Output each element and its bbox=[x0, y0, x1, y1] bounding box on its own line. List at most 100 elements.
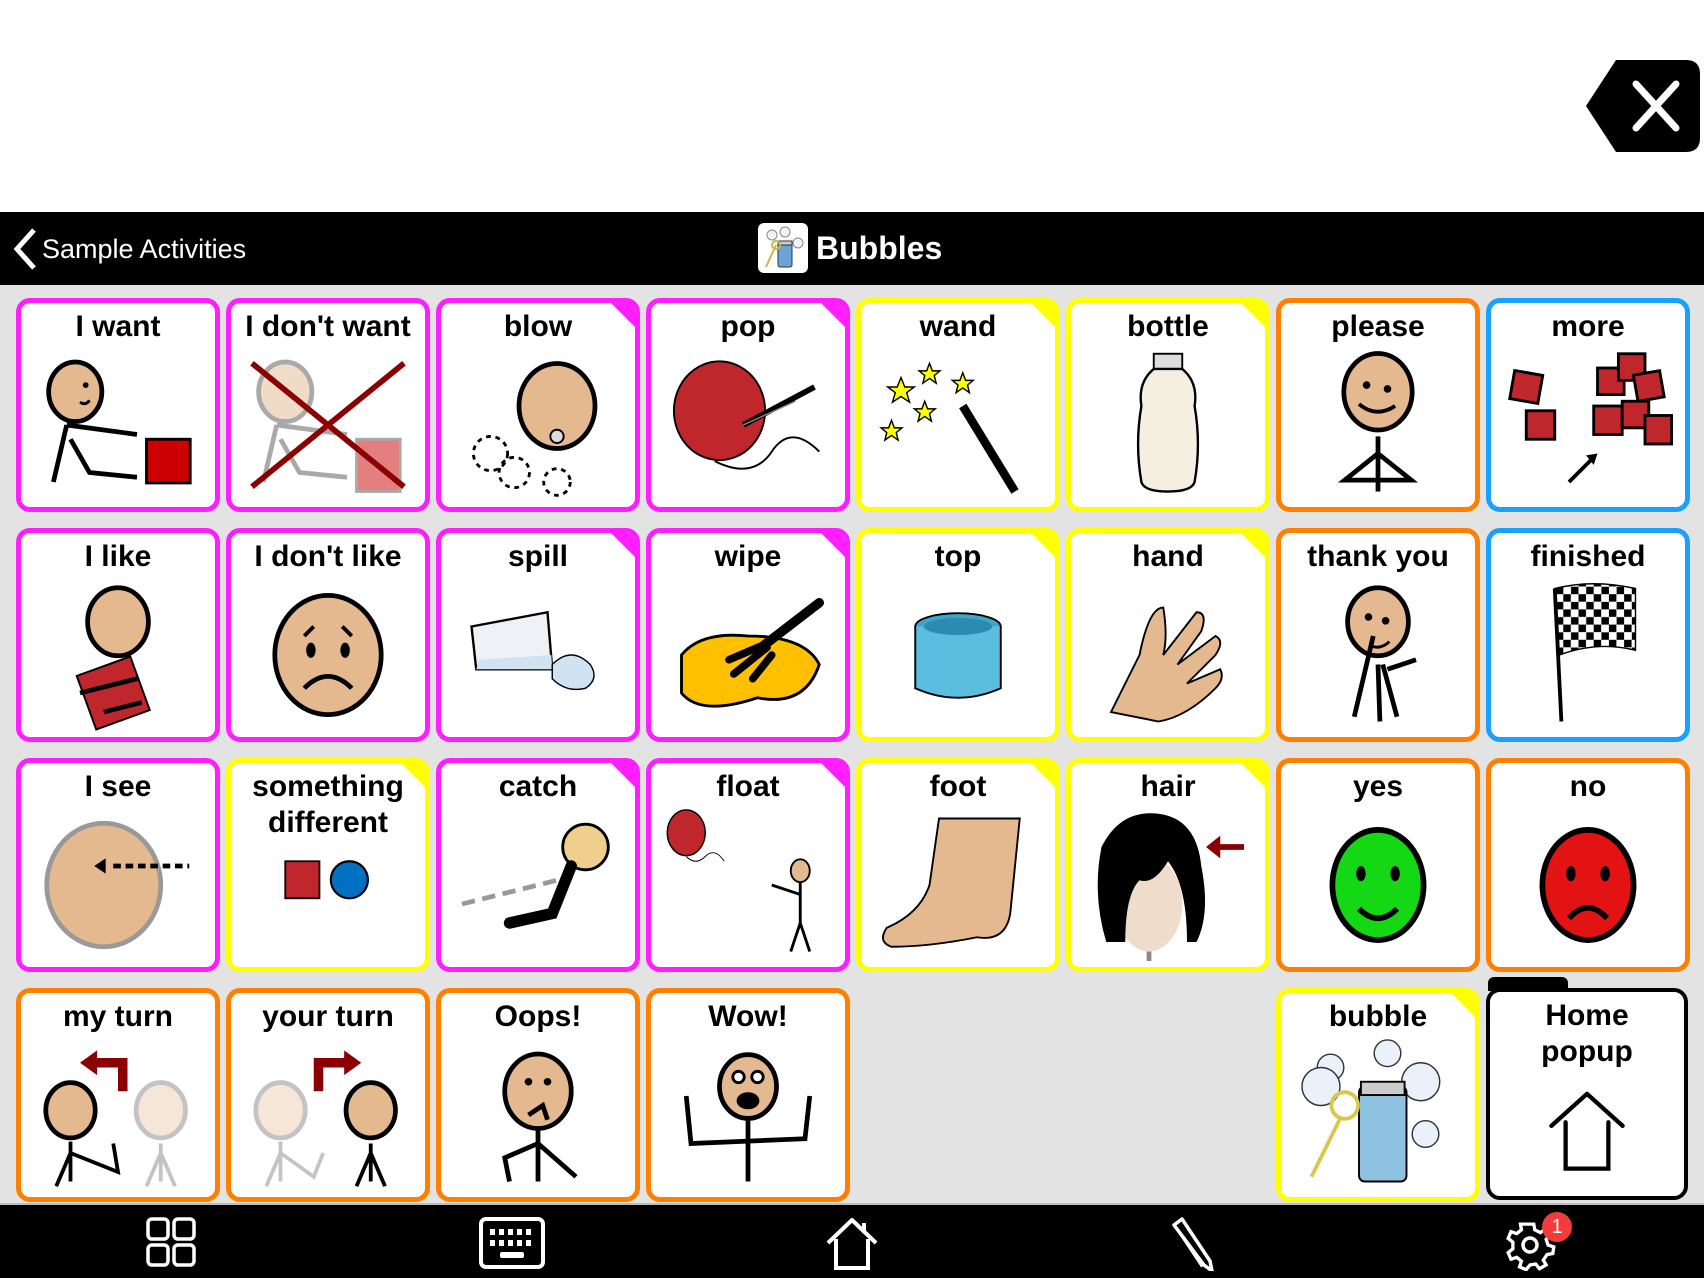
keyboard-icon bbox=[479, 1217, 545, 1269]
back-button[interactable]: Sample Activities bbox=[12, 226, 246, 272]
symbol-cell-finished[interactable]: finished bbox=[1486, 528, 1690, 742]
symbol-label: I like bbox=[84, 540, 152, 573]
symbol-cell-i-see[interactable]: I see bbox=[16, 758, 220, 972]
bubbles-board-icon bbox=[758, 223, 808, 273]
symbol-cell-wow[interactable]: Wow! bbox=[646, 988, 850, 1202]
person-reaching-crossed-icon bbox=[241, 349, 415, 501]
symbol-label: finished bbox=[1530, 540, 1646, 573]
symbol-cell-i-want[interactable]: I want bbox=[16, 298, 220, 512]
symbol-label: yes bbox=[1352, 770, 1404, 803]
symbol-label: catch bbox=[498, 770, 578, 803]
folder-tab bbox=[1488, 977, 1568, 991]
folded-corner-marker bbox=[820, 303, 845, 328]
symbol-cell-i-don-t-like[interactable]: I don't like bbox=[226, 528, 430, 742]
chevron-left-icon bbox=[13, 228, 36, 270]
backspace-clear-icon bbox=[1586, 60, 1700, 152]
symbol-cell-please[interactable]: please bbox=[1276, 298, 1480, 512]
symbol-label: Home popup bbox=[1541, 999, 1633, 1068]
symbol-cell-foot[interactable]: foot bbox=[856, 758, 1060, 972]
spilled-cup-icon bbox=[451, 579, 625, 731]
person-thank-you-icon bbox=[1291, 579, 1465, 731]
pencil-icon bbox=[1172, 1217, 1214, 1273]
symbol-label: Wow! bbox=[708, 1000, 788, 1033]
folded-corner-marker bbox=[1450, 993, 1475, 1018]
folded-corner-marker bbox=[1240, 763, 1265, 788]
magic-wand-icon bbox=[871, 349, 1045, 501]
bottle-cap-icon bbox=[871, 579, 1045, 731]
hand-icon bbox=[1081, 579, 1255, 731]
sad-face-icon bbox=[241, 579, 415, 731]
foot-icon bbox=[871, 809, 1045, 961]
folded-corner-marker bbox=[1240, 303, 1265, 328]
symbol-cell-thank-you[interactable]: thank you bbox=[1276, 528, 1480, 742]
wow-icon bbox=[661, 1039, 835, 1191]
your-turn-icon bbox=[241, 1039, 415, 1191]
bubble-bottle-icon bbox=[1291, 1039, 1465, 1191]
symbol-cell-top[interactable]: top bbox=[856, 528, 1060, 742]
symbol-cell-my-turn[interactable]: my turn bbox=[16, 988, 220, 1202]
symbol-cell-bottle[interactable]: bottle bbox=[1066, 298, 1270, 512]
square-circle-icon bbox=[241, 847, 415, 961]
symbol-cell-your-turn[interactable]: your turn bbox=[226, 988, 430, 1202]
symbol-cell-i-don-t-want[interactable]: I don't want bbox=[226, 298, 430, 512]
my-turn-icon bbox=[31, 1039, 205, 1191]
clear-message-button[interactable] bbox=[1586, 60, 1700, 152]
symbol-cell-bubble[interactable]: bubble bbox=[1276, 988, 1480, 1202]
symbol-cell-more[interactable]: more bbox=[1486, 298, 1690, 512]
symbol-label: I don't want bbox=[245, 310, 411, 343]
symbol-cell-wipe[interactable]: wipe bbox=[646, 528, 850, 742]
symbol-label: blow bbox=[503, 310, 573, 343]
symbol-label: float bbox=[716, 770, 780, 803]
symbol-cell-yes[interactable]: yes bbox=[1276, 758, 1480, 972]
symbol-cell-hair[interactable]: hair bbox=[1066, 758, 1270, 972]
symbol-label: spill bbox=[507, 540, 568, 573]
face-blowing-icon bbox=[451, 349, 625, 501]
symbol-cell-spill[interactable]: spill bbox=[436, 528, 640, 742]
symbol-cell-pop[interactable]: pop bbox=[646, 298, 850, 512]
symbol-grid: I want I don't want blow pop wand bottle pleas… bbox=[0, 285, 1704, 1205]
keyboard-button[interactable] bbox=[478, 1215, 546, 1271]
symbol-cell-oops[interactable]: Oops! bbox=[436, 988, 640, 1202]
folded-corner-marker bbox=[400, 763, 425, 788]
symbol-cell-blow[interactable]: blow bbox=[436, 298, 640, 512]
symbol-label: I see bbox=[84, 770, 152, 803]
home-outline-icon bbox=[1500, 1076, 1674, 1190]
edit-button[interactable] bbox=[1160, 1215, 1220, 1273]
folded-corner-marker bbox=[1030, 533, 1055, 558]
message-bar[interactable] bbox=[0, 0, 1704, 212]
symbol-label: no bbox=[1569, 770, 1607, 803]
home-button[interactable] bbox=[822, 1215, 882, 1271]
hand-catching-icon bbox=[451, 809, 625, 961]
symbol-label: something different bbox=[252, 770, 404, 839]
green-smiley-icon bbox=[1291, 809, 1465, 961]
symbol-cell-float[interactable]: float bbox=[646, 758, 850, 972]
checkered-flag-icon bbox=[1501, 579, 1675, 731]
symbol-cell-wand[interactable]: wand bbox=[856, 298, 1060, 512]
folded-corner-marker bbox=[610, 763, 635, 788]
symbol-cell-hand[interactable]: hand bbox=[1066, 528, 1270, 742]
board-title: Bubbles bbox=[816, 229, 943, 266]
symbol-label: hair bbox=[1140, 770, 1196, 803]
symbol-cell-no[interactable]: no bbox=[1486, 758, 1690, 972]
symbol-label: foot bbox=[929, 770, 987, 803]
balloon-pin-icon bbox=[661, 349, 835, 501]
symbol-label: please bbox=[1331, 310, 1425, 343]
symbol-label: pop bbox=[720, 310, 776, 343]
symbol-cell-something-different[interactable]: something different bbox=[226, 758, 430, 972]
grid-view-button[interactable] bbox=[142, 1215, 202, 1271]
red-frowny-icon bbox=[1501, 809, 1675, 961]
symbol-cell-i-like[interactable]: I like bbox=[16, 528, 220, 742]
folded-corner-marker bbox=[610, 303, 635, 328]
bottom-toolbar: 1 bbox=[0, 1205, 1704, 1278]
hand-wiping-icon bbox=[661, 579, 835, 731]
folded-corner-marker bbox=[1030, 763, 1055, 788]
symbol-cell-home-popup[interactable]: Home popup bbox=[1486, 988, 1688, 1200]
back-label: Sample Activities bbox=[42, 233, 247, 264]
settings-badge: 1 bbox=[1542, 1212, 1572, 1242]
floating-balloon-icon bbox=[661, 809, 835, 961]
symbol-cell-catch[interactable]: catch bbox=[436, 758, 640, 972]
hair-icon bbox=[1081, 809, 1255, 966]
symbol-label: more bbox=[1551, 310, 1625, 343]
symbol-label: bottle bbox=[1127, 310, 1209, 343]
symbol-label: top bbox=[934, 540, 982, 573]
